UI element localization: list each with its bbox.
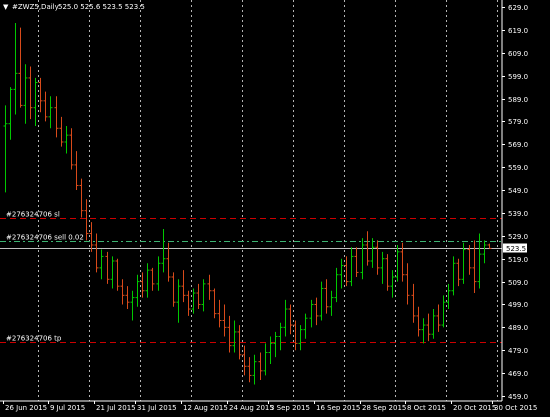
price-tick-label-3: 599.0 — [508, 73, 528, 81]
chart-window[interactable]: #276324706 sl #276324706 sell 0.02 #276324… — [0, 0, 550, 413]
chart-symbol-label: #ZWZ5,Daily — [12, 3, 59, 11]
time-tick-label-2: 21 Jul 2015 — [96, 404, 136, 412]
time-tick-label-5: 24 Aug 2015 — [229, 404, 274, 412]
order-label-tp: #276324706 tp — [6, 335, 62, 343]
price-tick-label-11: 519.0 — [508, 256, 528, 264]
price-tick-label-4: 589.0 — [508, 96, 528, 104]
time-tick-label-10: 20 Oct 2015 — [453, 404, 496, 412]
chart-menu-arrow[interactable]: ▼ — [3, 3, 9, 11]
price-tick-label-2: 609.0 — [508, 50, 528, 58]
price-tick-label-12: 509.0 — [508, 279, 528, 287]
order-label-sell: #276324706 sell 0.02 — [6, 234, 84, 242]
time-tick-label-8: 28 Sep 2015 — [362, 404, 406, 412]
price-tick-label-0: 629.0 — [508, 4, 528, 12]
current-price-tag: 523.5 — [503, 243, 527, 253]
price-tick-label-14: 489.0 — [508, 324, 528, 332]
price-tick-label-16: 469.0 — [508, 370, 528, 378]
time-tick-label-6: 3 Sep 2015 — [270, 404, 310, 412]
time-tick-label-4: 12 Aug 2015 — [183, 404, 228, 412]
price-tick-label-5: 579.0 — [508, 118, 528, 126]
time-tick-label-7: 16 Sep 2015 — [316, 404, 360, 412]
time-tick-label-1: 9 Jul 2015 — [50, 404, 85, 412]
time-tick-label-9: 8 Oct 2015 — [407, 404, 446, 412]
price-tick-label-9: 539.0 — [508, 210, 528, 218]
price-chart[interactable]: #276324706 sl #276324706 sell 0.02 #276324… — [0, 0, 550, 413]
current-price-label: 523.5 — [506, 245, 526, 253]
price-tick-label-13: 499.0 — [508, 301, 528, 309]
order-label-sl: #276324706 sl — [6, 211, 60, 219]
chart-ohlc-values: 525.0 525.6 523.5 523.5 — [58, 3, 145, 11]
price-tick-label-10: 529.0 — [508, 233, 528, 241]
time-tick-label-3: 31 Jul 2015 — [137, 404, 177, 412]
price-tick-label-6: 569.0 — [508, 141, 528, 149]
price-tick-label-8: 549.0 — [508, 187, 528, 195]
price-tick-label-1: 619.0 — [508, 27, 528, 35]
chart-header: ▼ #ZWZ5,Daily 525.0 525.6 523.5 523.5 — [3, 3, 145, 11]
price-tick-label-15: 479.0 — [508, 347, 528, 355]
price-tick-label-7: 559.0 — [508, 164, 528, 172]
time-tick-label-11: 30 Oct 2015 — [494, 404, 537, 412]
price-tick-label-17: 459.0 — [508, 393, 528, 401]
time-tick-label-0: 26 Jun 2015 — [5, 404, 47, 412]
